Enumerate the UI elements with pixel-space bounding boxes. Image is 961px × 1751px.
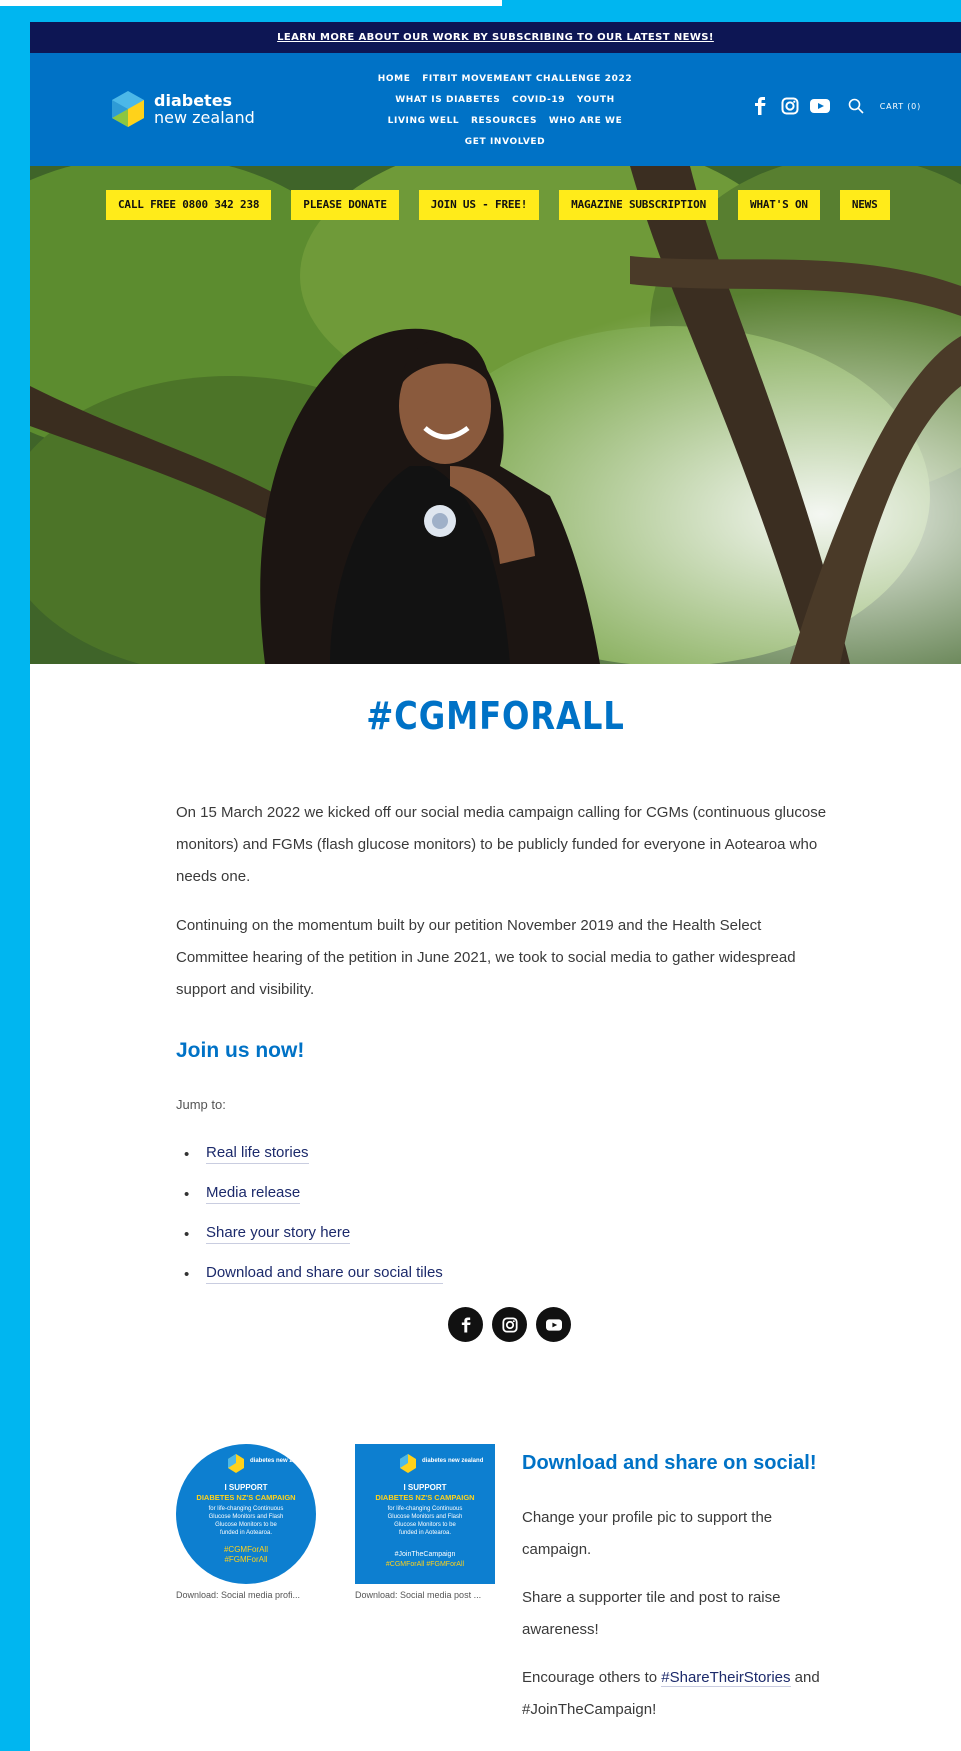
- nav-living-well[interactable]: LIVING WELL: [388, 116, 460, 126]
- list-item: • Media release: [184, 1184, 301, 1204]
- list-item: • Real life stories: [184, 1144, 309, 1164]
- p3-before: Encourage others to: [522, 1669, 662, 1686]
- hexagon-logo-icon: [112, 91, 144, 127]
- tile1-body-line: Glucose Monitors to be: [215, 1522, 277, 1528]
- tile1-tag: #CGMForAll: [224, 1545, 268, 1554]
- tile2-body-line: funded in Aotearoa.: [399, 1530, 451, 1536]
- youtube-icon[interactable]: [536, 1307, 571, 1342]
- cta-join[interactable]: JOIN US - FREE!: [418, 190, 540, 220]
- cta-news[interactable]: NEWS: [839, 190, 890, 220]
- cart-link[interactable]: CART (0): [880, 102, 921, 111]
- tile1-tag: #FGMForAll: [224, 1555, 267, 1564]
- nav-covid[interactable]: COVID-19: [512, 95, 565, 105]
- list-item: • Download and share our social tiles: [184, 1264, 443, 1284]
- cta-row: CALL FREE 0800 342 238 PLEASE DONATE JOI…: [106, 190, 910, 220]
- intro-paragraph-1: On 15 March 2022 we kicked off our socia…: [176, 804, 827, 885]
- nav-resources[interactable]: RESOURCES: [471, 116, 537, 126]
- link-social-tiles[interactable]: Download and share our social tiles: [206, 1264, 443, 1284]
- tile2-caption[interactable]: Download: Social media post ...: [355, 1590, 481, 1600]
- nav-home[interactable]: HOME: [378, 74, 411, 84]
- tile1-body-line: Glucose Monitors and Flash: [209, 1514, 284, 1520]
- announcement-link[interactable]: LEARN MORE ABOUT OUR WORK BY SUBSCRIBING…: [277, 32, 714, 43]
- announcement-bar: LEARN MORE ABOUT OUR WORK BY SUBSCRIBING…: [30, 22, 961, 53]
- instagram-icon[interactable]: [780, 96, 800, 116]
- cta-donate[interactable]: PLEASE DONATE: [291, 190, 399, 220]
- logo-line2: new zealand: [154, 108, 255, 127]
- tile1-campaign: DIABETES NZ'S CAMPAIGN: [196, 1493, 295, 1502]
- header-actions: CART (0): [740, 96, 921, 116]
- list-item: • Share your story here: [184, 1224, 351, 1244]
- page-title: #CGMFORALL: [366, 694, 625, 738]
- site-header: diabetes new zealand HOME FITBIT MOVEMEA…: [30, 53, 961, 166]
- logo-line1: diabetes: [154, 91, 233, 110]
- download-paragraph-1: Change your profile pic to support the c…: [522, 1509, 773, 1558]
- jump-links: • Real life stories • Media release • Share…: [176, 1134, 443, 1294]
- link-real-life-stories[interactable]: Real life stories: [206, 1144, 309, 1164]
- jump-label: Jump to:: [176, 1097, 226, 1112]
- tile1-support: I SUPPORT: [224, 1483, 267, 1492]
- link-share-story[interactable]: Share your story here: [206, 1224, 351, 1244]
- nav-get-involved[interactable]: GET INVOLVED: [465, 137, 545, 147]
- nav-youth[interactable]: YOUTH: [577, 95, 615, 105]
- intro-paragraph-2: Continuing on the momentum built by our …: [176, 917, 796, 998]
- join-heading: Join us now!: [176, 1039, 305, 1062]
- download-paragraph-2: Share a supporter tile and post to raise…: [522, 1589, 781, 1638]
- page: LEARN MORE ABOUT OUR WORK BY SUBSCRIBING…: [30, 22, 961, 1751]
- youtube-icon[interactable]: [809, 96, 830, 116]
- tile1-body-line: for life-changing Continuous: [209, 1506, 284, 1512]
- search-icon[interactable]: [846, 96, 866, 116]
- tile2-support: I SUPPORT: [403, 1483, 446, 1492]
- facebook-icon[interactable]: [448, 1307, 483, 1342]
- tile1-caption[interactable]: Download: Social media profi...: [176, 1590, 300, 1600]
- link-media-release[interactable]: Media release: [206, 1184, 301, 1204]
- main-nav: HOME FITBIT MOVEMEANT CHALLENGE 2022 WHA…: [355, 69, 655, 153]
- cta-magazine[interactable]: MAGAZINE SUBSCRIPTION: [559, 190, 719, 220]
- tile2-logo: diabetes new zealand: [422, 1458, 484, 1464]
- top-strip: [0, 0, 502, 6]
- download-heading: Download and share on social!: [522, 1452, 817, 1474]
- hero-banner: CALL FREE 0800 342 238 PLEASE DONATE JOI…: [30, 166, 961, 664]
- download-paragraph-3: Encourage others to #ShareTheirStories a…: [522, 1662, 842, 1726]
- tile1-logo: diabetes new zealand: [250, 1458, 312, 1464]
- social-post-tile[interactable]: diabetes new zealand I SUPPORT DIABETES …: [355, 1444, 495, 1584]
- tile2-body-line: for life-changing Continuous: [388, 1506, 463, 1512]
- cta-whats-on[interactable]: WHAT'S ON: [738, 190, 820, 220]
- cta-call-free[interactable]: CALL FREE 0800 342 238: [106, 190, 272, 220]
- instagram-icon[interactable]: [492, 1307, 527, 1342]
- hero-photo: [30, 166, 961, 664]
- tile2-tag: #CGMForAll #FGMForAll: [386, 1561, 465, 1568]
- profile-pic-tile[interactable]: diabetes new zealand I SUPPORT DIABETES …: [176, 1444, 316, 1584]
- facebook-icon[interactable]: [750, 96, 770, 116]
- nav-fitbit[interactable]: FITBIT MOVEMEANT CHALLENGE 2022: [422, 74, 632, 84]
- tile2-campaign: DIABETES NZ'S CAMPAIGN: [375, 1493, 474, 1502]
- nav-who-are-we[interactable]: WHO ARE WE: [549, 116, 623, 126]
- share-their-stories-link[interactable]: #ShareTheirStories: [661, 1669, 791, 1687]
- nav-what-is-diabetes[interactable]: WHAT IS DIABETES: [395, 95, 500, 105]
- tile2-body-line: Glucose Monitors and Flash: [388, 1514, 463, 1520]
- social-links: [448, 1307, 580, 1342]
- tile2-body-line: Glucose Monitors to be: [394, 1522, 456, 1528]
- tile2-tag: #JoinTheCampaign: [395, 1551, 456, 1558]
- site-logo[interactable]: diabetes new zealand: [108, 89, 255, 129]
- tile1-body-line: funded in Aotearoa.: [220, 1530, 272, 1536]
